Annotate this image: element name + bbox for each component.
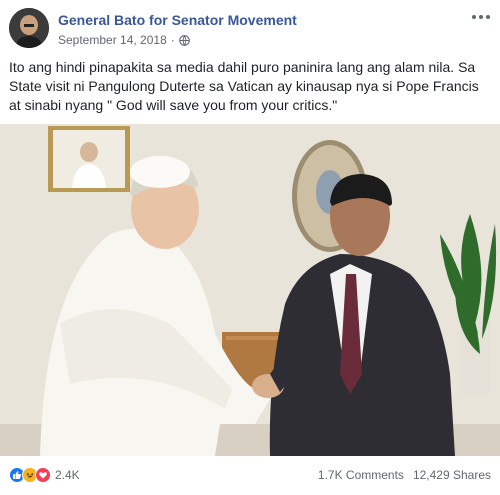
more-dot <box>472 15 476 19</box>
meta-separator: · <box>170 33 175 47</box>
more-dot <box>486 15 490 19</box>
photo-image <box>0 124 500 456</box>
post-photo[interactable] <box>0 124 500 456</box>
post-text: Ito ang hindi pinapakita sa media dahil … <box>9 59 479 113</box>
haha-face-icon <box>26 473 34 478</box>
comments-count-link[interactable]: 1.7K Comments <box>318 468 404 482</box>
more-dot <box>479 15 483 19</box>
avatar-image <box>9 8 49 48</box>
page-avatar[interactable] <box>9 8 49 48</box>
like-thumb-icon <box>13 471 22 479</box>
love-icon <box>35 467 51 483</box>
post-header: General Bato for Senator Movement Septem… <box>9 8 491 52</box>
shares-count-link[interactable]: 12,429 Shares <box>413 468 491 482</box>
more-options-icon[interactable] <box>471 10 491 24</box>
page-name-link[interactable]: General Bato for Senator Movement <box>58 12 297 28</box>
globe-icon[interactable] <box>178 34 190 46</box>
reactions-summary[interactable]: 2.4K <box>9 467 80 483</box>
post-meta: September 14, 2018 · <box>58 33 190 47</box>
facebook-post: General Bato for Senator Movement Septem… <box>0 0 500 495</box>
post-footer: 2.4K 1.7K Comments 12,429 Shares <box>9 462 491 488</box>
engagement-stats: 1.7K Comments 12,429 Shares <box>318 468 491 482</box>
reactions-count[interactable]: 2.4K <box>55 468 80 482</box>
post-date[interactable]: September 14, 2018 <box>58 33 167 47</box>
heart-icon <box>39 472 47 479</box>
